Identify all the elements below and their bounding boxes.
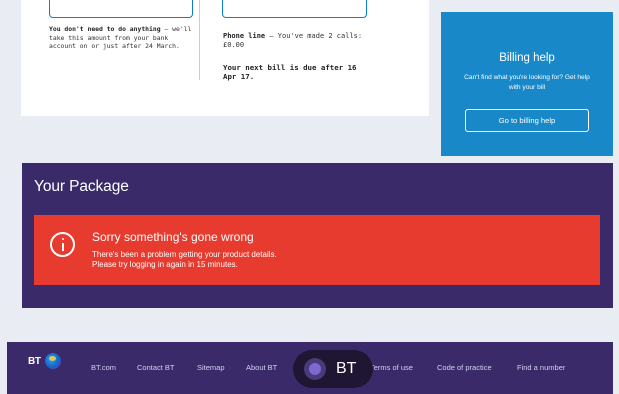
bt-badge-icon <box>304 358 326 380</box>
billing-help-panel: Billing help Can't find what you're look… <box>441 12 613 156</box>
site-footer: BT BT.com Contact BT Sitemap About BT Te… <box>7 342 613 394</box>
payment-note: You don't need to do anything – we'll ta… <box>49 25 199 51</box>
bill-summary-card: You don't need to do anything – we'll ta… <box>21 0 429 116</box>
billing-help-description: Can't find what you're looking for? Get … <box>464 74 590 91</box>
package-heading: Your Package <box>34 178 129 195</box>
bt-badge-text: BT <box>336 360 357 377</box>
phone-line-label: Phone line <box>223 32 266 40</box>
footer-link-sitemap[interactable]: Sitemap <box>197 363 225 372</box>
bt-logo-text: BT <box>28 356 41 367</box>
error-alert: Sorry something's gone wrong There's bee… <box>34 215 600 285</box>
error-title: Sorry something's gone wrong <box>92 230 254 244</box>
go-to-billing-help-button[interactable]: Go to billing help <box>465 109 589 132</box>
error-line-1: There's been a problem getting your prod… <box>92 250 277 259</box>
payment-note-bold: You don't need to do anything <box>49 25 161 33</box>
your-package-section: Your Package Sorry something's gone wron… <box>22 163 613 308</box>
footer-link-code-of-practice[interactable]: Code of practice <box>437 363 492 372</box>
footer-link-terms-of-use[interactable]: Terms of use <box>370 363 413 372</box>
bt-overlay-badge[interactable]: BT <box>293 350 373 388</box>
bill-action-button-left[interactable] <box>49 0 193 18</box>
error-description: There's been a problem getting your prod… <box>92 250 277 270</box>
next-bill-date: Your next bill is due after 16 Apr 17. <box>223 63 357 81</box>
footer-link-bt-com[interactable]: BT.com <box>91 363 116 372</box>
bill-action-button-right[interactable] <box>222 0 367 18</box>
bt-globe-icon <box>45 353 61 369</box>
billing-help-title: Billing help <box>499 52 555 64</box>
info-icon <box>50 232 75 257</box>
bill-card-divider <box>199 0 200 80</box>
footer-link-contact-bt[interactable]: Contact BT <box>137 363 175 372</box>
footer-link-about-bt[interactable]: About BT <box>246 363 277 372</box>
error-line-2: Please try logging in again in 15 minute… <box>92 260 238 269</box>
phone-line-summary: Phone line – You've made 2 calls: £0.00 <box>223 32 363 49</box>
footer-link-find-a-number[interactable]: Find a number <box>517 363 565 372</box>
